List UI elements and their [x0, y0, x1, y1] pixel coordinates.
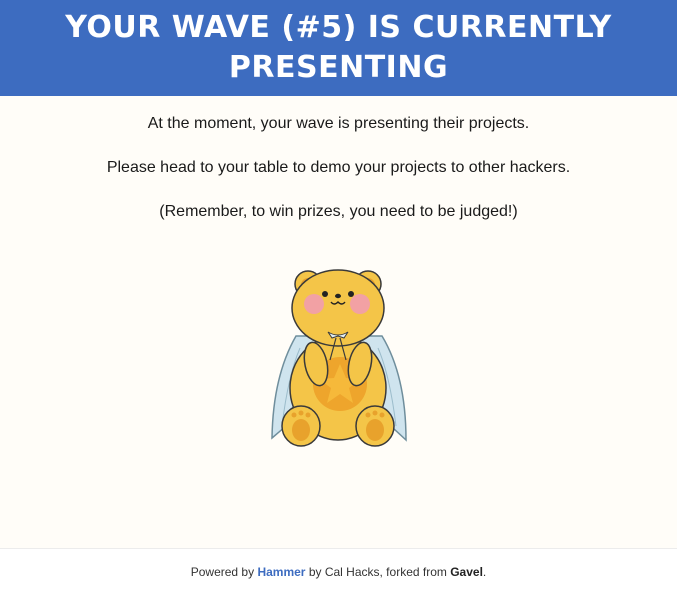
- footer-period: .: [482, 565, 487, 579]
- message-line-3: (Remember, to win prizes, you need to be…: [159, 203, 518, 220]
- main-content: At the moment, your wave is presenting t…: [0, 96, 677, 222]
- hammer-link[interactable]: Hammer: [257, 565, 305, 579]
- footer-powered-by: Powered by: [190, 565, 255, 579]
- banner-title: YOUR WAVE (#5) IS CURRENTLY PRESENTING: [65, 10, 612, 85]
- message-line-1: At the moment, your wave is presenting t…: [147, 115, 530, 132]
- message-line-2: Please head to your table to demo your p…: [106, 159, 571, 176]
- footer-by-text: by Cal Hacks, forked from: [308, 565, 447, 579]
- bear-mascot-icon: [270, 269, 407, 447]
- footer: Powered by Hammer by Cal Hacks, forked f…: [0, 548, 677, 595]
- gavel-label: Gavel: [450, 565, 483, 579]
- mascot-container: [0, 266, 677, 450]
- status-banner: YOUR WAVE (#5) IS CURRENTLY PRESENTING: [0, 0, 677, 96]
